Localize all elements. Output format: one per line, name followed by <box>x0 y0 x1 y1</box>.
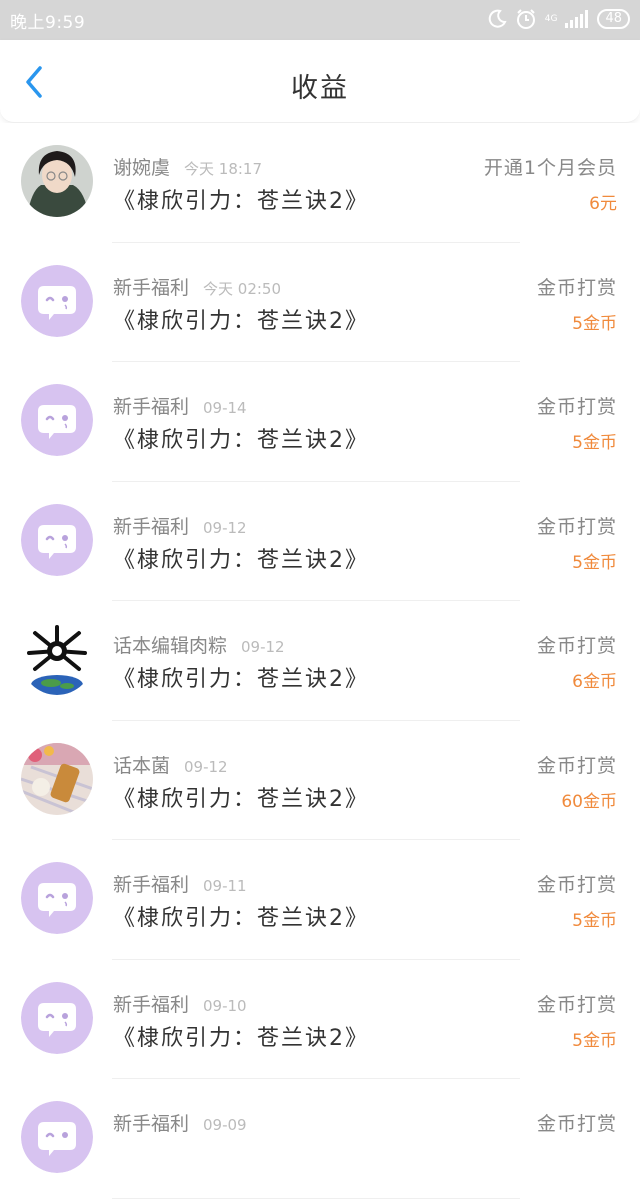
battery-indicator: 48 <box>597 9 630 29</box>
book-title: 《棣欣引力：苍兰诀2》 <box>113 428 369 453</box>
portrait-photo-avatar <box>21 145 93 217</box>
timestamp: 今天 18:17 <box>184 160 263 178</box>
earning-type: 开通1个月会员 <box>483 157 617 179</box>
timestamp: 09-14 <box>203 399 247 417</box>
sender-name: 话本菌 <box>113 754 171 777</box>
list-item[interactable]: 话本编辑肉粽 09-12 《棣欣引力：苍兰诀2》 金币打赏 6金币 <box>0 601 640 721</box>
sender-line: 新手福利 09-09 <box>113 1109 247 1136</box>
timestamp: 今天 02:50 <box>203 279 282 298</box>
sender-line: 话本编辑肉粽 09-12 <box>113 631 285 658</box>
earning-amount: 5金币 <box>572 433 617 453</box>
book-title: 《棣欣引力：苍兰诀2》 <box>113 906 369 931</box>
chat-bubble-icon <box>21 862 93 934</box>
signal-icon <box>565 10 589 28</box>
timestamp: 09-12 <box>184 757 228 776</box>
alarm-icon <box>516 9 535 29</box>
sender-name: 新手福利 <box>113 1113 190 1135</box>
timestamp: 09-12 <box>241 638 285 656</box>
sender-name: 新手福利 <box>113 396 190 418</box>
earning-type: 金币打赏 <box>536 635 617 657</box>
avatar[interactable] <box>21 1101 93 1173</box>
earning-amount: 5金币 <box>572 552 617 573</box>
book-title: 《棣欣引力：苍兰诀2》 <box>113 547 369 573</box>
status-bar: 晚上9:59 4G 48 <box>0 0 640 40</box>
list-item[interactable]: 新手福利 09-14 《棣欣引力：苍兰诀2》 金币打赏 5金币 <box>0 362 640 482</box>
header: 收益 <box>0 40 640 123</box>
earning-type: 金币打赏 <box>536 276 617 299</box>
list-item[interactable]: 新手福利 09-11 《棣欣引力：苍兰诀2》 金币打赏 5金币 <box>0 840 640 960</box>
sender-line: 新手福利 09-14 <box>113 392 247 419</box>
status-time: 晚上9:59 <box>10 13 86 33</box>
sender-line: 话本菌 09-12 <box>113 751 228 778</box>
earning-amount: 5金币 <box>572 1030 617 1051</box>
chat-bubble-icon <box>21 981 93 1054</box>
earning-type: 金币打赏 <box>536 515 617 538</box>
list-item[interactable]: 话本菌 09-12 《棣欣引力：苍兰诀2》 金币打赏 60金币 <box>0 720 640 840</box>
book-title: 《棣欣引力：苍兰诀2》 <box>113 1025 369 1051</box>
avatar[interactable] <box>21 384 93 456</box>
avatar[interactable] <box>21 264 93 337</box>
avatar[interactable] <box>21 503 93 576</box>
avatar[interactable] <box>21 623 93 695</box>
chat-bubble-icon <box>21 503 93 576</box>
avatar[interactable] <box>21 862 93 934</box>
earning-amount: 6元 <box>589 194 617 214</box>
list-item[interactable]: 新手福利 09-09 金币打赏 <box>0 1079 640 1199</box>
page-title: 收益 <box>291 73 349 104</box>
list-item[interactable]: 新手福利 09-12 《棣欣引力：苍兰诀2》 金币打赏 5金币 <box>0 481 640 601</box>
timestamp: 09-12 <box>203 518 247 537</box>
timestamp: 09-10 <box>203 996 247 1015</box>
sender-name: 谢婉虞 <box>113 157 171 179</box>
moon-icon <box>488 9 507 28</box>
earning-type: 金币打赏 <box>536 396 617 418</box>
earning-amount: 6金币 <box>572 672 617 692</box>
sender-line: 新手福利 09-12 <box>113 512 247 539</box>
earning-type: 金币打赏 <box>536 754 617 777</box>
avatar[interactable] <box>21 742 93 815</box>
book-title: 《棣欣引力：苍兰诀2》 <box>113 667 369 692</box>
book-title: 《棣欣引力：苍兰诀2》 <box>113 189 369 214</box>
book-title: 《棣欣引力：苍兰诀2》 <box>113 786 369 812</box>
avatar[interactable] <box>21 981 93 1054</box>
sender-line: 新手福利 今天 02:50 <box>113 273 281 300</box>
sender-line: 新手福利 09-11 <box>113 870 247 897</box>
earning-amount: 60金币 <box>561 791 617 812</box>
status-icons: 4G 48 <box>487 8 630 30</box>
earning-type: 金币打赏 <box>536 993 617 1016</box>
sender-name: 新手福利 <box>113 874 190 896</box>
timestamp: 09-11 <box>203 877 247 895</box>
timestamp: 09-09 <box>203 1116 247 1134</box>
earning-amount: 5金币 <box>572 911 617 931</box>
list-item[interactable]: 新手福利 09-10 《棣欣引力：苍兰诀2》 金币打赏 5金币 <box>0 959 640 1079</box>
chat-bubble-icon <box>21 1101 93 1173</box>
food-photo-avatar <box>21 742 93 815</box>
sender-line: 谢婉虞 今天 18:17 <box>113 153 262 180</box>
earning-type: 金币打赏 <box>536 874 617 896</box>
sender-name: 新手福利 <box>113 993 190 1016</box>
list-item[interactable]: 谢婉虞 今天 18:17 《棣欣引力：苍兰诀2》 开通1个月会员 6元 <box>0 123 640 243</box>
book-title: 《棣欣引力：苍兰诀2》 <box>113 308 369 334</box>
globe-cartoon-avatar <box>21 623 93 695</box>
avatar[interactable] <box>21 145 93 217</box>
network-label: 4G <box>544 14 558 24</box>
sender-name: 话本编辑肉粽 <box>113 635 228 657</box>
earning-type: 金币打赏 <box>536 1113 617 1135</box>
earning-amount: 5金币 <box>572 313 617 334</box>
chat-bubble-icon <box>21 384 93 456</box>
chat-bubble-icon <box>21 264 93 337</box>
sender-name: 新手福利 <box>113 276 190 299</box>
sender-line: 新手福利 09-10 <box>113 990 247 1017</box>
earnings-list: 谢婉虞 今天 18:17 《棣欣引力：苍兰诀2》 开通1个月会员 6元 新手福利今… <box>0 123 640 1199</box>
sender-name: 新手福利 <box>113 515 190 538</box>
list-item[interactable]: 新手福利 今天 02:50 《棣欣引力：苍兰诀2》 金币打赏 5金币 <box>0 242 640 362</box>
